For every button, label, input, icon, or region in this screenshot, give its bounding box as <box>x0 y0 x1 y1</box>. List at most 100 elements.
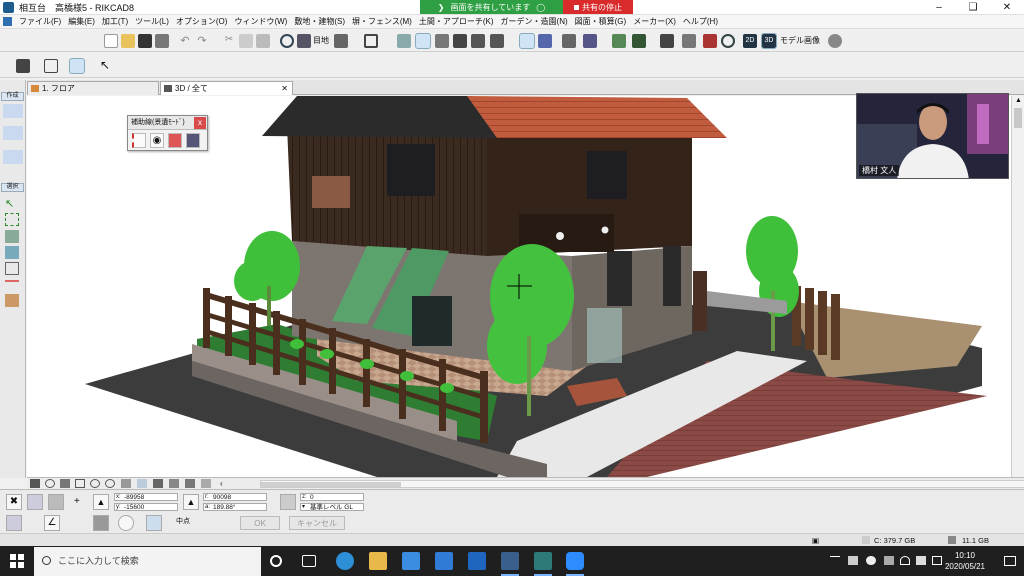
minimize-button[interactable]: – <box>922 0 956 15</box>
pin-icon[interactable]: ❯ <box>438 3 445 12</box>
palette-tag-create[interactable]: 作成 <box>1 92 24 101</box>
zoom-app-icon[interactable] <box>566 552 584 576</box>
marquee-icon[interactable] <box>5 213 19 226</box>
image-icon[interactable] <box>5 246 19 259</box>
nav-zoom-in-icon[interactable] <box>90 479 100 488</box>
close-button[interactable]: ✕ <box>990 0 1024 15</box>
dimension-icon[interactable] <box>5 280 19 293</box>
hscroll-thumb[interactable] <box>261 482 401 487</box>
scroll-up-icon[interactable]: ▲ <box>1015 97 1022 104</box>
redo-icon[interactable]: ↷ <box>195 34 209 48</box>
nav-zoom-out-icon[interactable] <box>105 479 115 488</box>
angle-tool-icon[interactable]: ∠ <box>44 515 60 531</box>
scroll-thumb[interactable] <box>1014 108 1022 128</box>
reference-level-field[interactable]: ▾ 基準レベル GL <box>300 503 364 511</box>
onedrive-icon[interactable] <box>866 556 876 565</box>
copy-icon[interactable] <box>239 34 253 48</box>
view-mode-icon[interactable]: ▣ <box>812 536 819 545</box>
magic-wand-icon[interactable] <box>93 515 109 531</box>
nav-ruler-icon[interactable] <box>30 479 40 488</box>
menu-process[interactable]: 加工(T) <box>102 16 128 27</box>
nav-back-icon[interactable] <box>185 479 195 488</box>
find-icon[interactable] <box>280 34 294 48</box>
webcam-overlay[interactable]: 橋村 文人 <box>856 93 1009 179</box>
nav-walk-icon[interactable] <box>153 479 163 488</box>
tray-app-icon[interactable] <box>848 556 858 565</box>
snap-mode-label[interactable]: 中点 <box>176 516 190 526</box>
mail-icon[interactable] <box>435 552 453 570</box>
open-folder-icon[interactable] <box>121 34 135 48</box>
model-image-dropdown[interactable]: モデル画像 <box>780 35 820 46</box>
delta-icon[interactable]: ▲ <box>183 494 199 510</box>
edge-icon[interactable] <box>336 552 354 570</box>
stop-share-button[interactable]: 共有の停止 <box>563 0 633 14</box>
plus-icon[interactable]: + <box>74 496 80 507</box>
view-2d-button[interactable]: 2D <box>743 34 757 48</box>
nav-fit-icon[interactable] <box>60 479 70 488</box>
text-tool-icon[interactable] <box>5 294 19 307</box>
aux-line-icon[interactable] <box>132 133 146 148</box>
radius-field[interactable]: r: 90098 <box>203 493 267 501</box>
palette-slot[interactable] <box>3 126 23 140</box>
camera-icon[interactable] <box>490 34 504 48</box>
tray-up-arrow-icon[interactable] <box>830 556 840 565</box>
menu-help[interactable]: ヘルプ(H) <box>683 16 718 27</box>
app-taskbar-icon[interactable] <box>534 552 552 576</box>
walk-icon[interactable] <box>453 34 467 48</box>
sun-icon[interactable] <box>435 34 449 48</box>
view-3d-button[interactable]: 3D <box>761 33 777 49</box>
menu-site-building[interactable]: 敷地・建物(S) <box>294 16 345 27</box>
tab-3d[interactable]: 3D / 全て ✕ <box>160 81 293 95</box>
store-icon[interactable] <box>402 552 420 570</box>
render-icon[interactable] <box>519 33 535 49</box>
nav-camera-icon[interactable] <box>169 479 179 488</box>
menu-tools[interactable]: ツール(L) <box>135 16 169 27</box>
menu-edit[interactable]: 編集(E) <box>68 16 95 27</box>
joint-label[interactable]: 目地 <box>313 35 329 46</box>
menu-garden[interactable]: ガーデン・造園(N) <box>501 16 568 27</box>
view-icon[interactable] <box>682 34 696 48</box>
aux-close-button[interactable]: x <box>194 117 206 129</box>
texture-icon[interactable] <box>632 34 646 48</box>
rikcad-taskbar-icon[interactable] <box>501 552 519 576</box>
wifi-icon[interactable] <box>900 556 910 565</box>
zoom-icon[interactable] <box>721 34 735 48</box>
menu-maker[interactable]: メーカー(X) <box>633 16 676 27</box>
cube-icon[interactable] <box>538 34 552 48</box>
ime-icon[interactable] <box>932 556 942 565</box>
plan-icon[interactable] <box>334 34 348 48</box>
cut-icon[interactable]: ✂ <box>222 34 236 48</box>
photo-icon[interactable] <box>703 34 717 48</box>
clock[interactable]: 10:10 2020/05/21 <box>942 550 988 572</box>
layer-icon[interactable] <box>297 34 311 48</box>
doc-icon[interactable] <box>3 17 12 26</box>
relative-coord-icon[interactable] <box>48 494 64 510</box>
grid-snap-icon[interactable] <box>27 494 43 510</box>
figure-icon[interactable] <box>5 230 19 243</box>
ruler-icon[interactable] <box>562 34 576 48</box>
volume-icon[interactable] <box>916 556 926 565</box>
settings-icon[interactable] <box>828 34 842 48</box>
arrow-tool-icon[interactable]: ↖ <box>100 59 114 73</box>
angle-field[interactable]: a: 189.88° <box>203 503 267 511</box>
menu-options[interactable]: オプション(O) <box>176 16 228 27</box>
tab-close-icon[interactable]: ✕ <box>281 82 288 95</box>
menu-drawing[interactable]: 図面・積算(G) <box>575 16 627 27</box>
vertical-scrollbar[interactable]: ▲ <box>1011 96 1024 477</box>
save-icon[interactable] <box>138 34 152 48</box>
aux-settings-icon[interactable] <box>186 133 200 148</box>
orbit-icon[interactable] <box>397 34 411 48</box>
new-file-icon[interactable] <box>104 34 118 48</box>
menu-approach[interactable]: 土間・アプローチ(K) <box>419 16 494 27</box>
rect-tool-icon[interactable] <box>44 59 58 73</box>
x-coordinate-field[interactable]: x: -89958 <box>114 493 178 501</box>
print-icon[interactable] <box>155 34 169 48</box>
nav-left-arrow-icon[interactable]: ‹ <box>220 479 230 488</box>
outlook-icon[interactable] <box>468 552 486 570</box>
perspective-icon[interactable] <box>415 33 431 49</box>
guide-line-icon[interactable] <box>146 515 162 531</box>
y-coordinate-field[interactable]: y: -15600 <box>114 503 178 511</box>
section-icon[interactable] <box>364 34 378 48</box>
material-icon[interactable] <box>612 34 626 48</box>
nav-zoom-window-icon[interactable] <box>75 479 85 488</box>
